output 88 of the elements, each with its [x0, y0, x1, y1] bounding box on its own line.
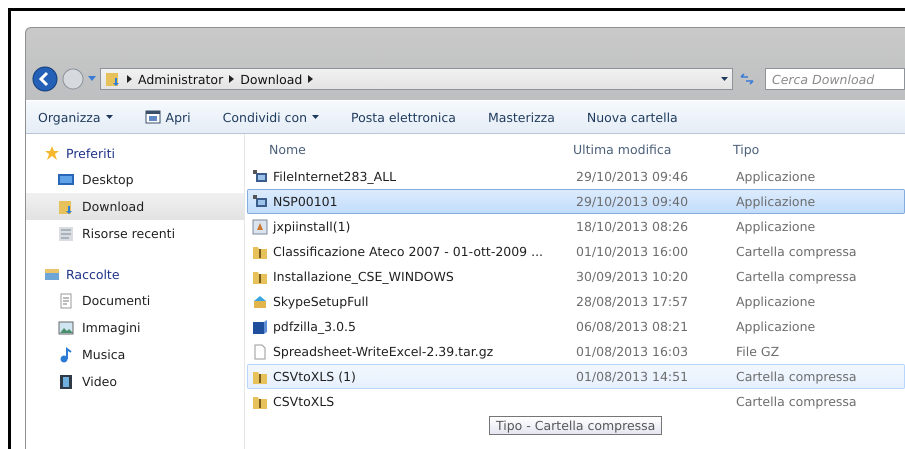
box-icon [252, 318, 268, 334]
date-cell-text: 29/10/2013 09:40 [575, 194, 690, 209]
breadcrumb[interactable]: Administrator [138, 72, 224, 86]
file-row[interactable]: CSVtoXLS Cartella compressa [247, 389, 905, 414]
recent-places-icon [58, 226, 74, 242]
address-bar[interactable]: Administrator Download [100, 68, 733, 90]
forward-button[interactable] [62, 68, 84, 90]
sidebar-item[interactable]: Desktop [26, 166, 244, 193]
file-row[interactable]: CSVtoXLS (1) 01/08/2013 14:51 Cartella compressa [247, 364, 905, 389]
installer-icon [252, 218, 268, 234]
file-row[interactable]: Classificazione Ateco 2007 - 01-ott-2009 ... 01/10/2013 16:00 Cartella compressa [247, 239, 905, 264]
file-name: jxpiinstall(1) [273, 219, 350, 234]
chevron-icon [127, 75, 132, 83]
file-icon [252, 344, 268, 360]
file-row[interactable]: jxpiinstall(1) 18/10/2013 08:26 Applicazione [247, 214, 905, 239]
toolbar-button[interactable]: Apri [144, 109, 191, 125]
toolbar-button[interactable]: Nuova cartella [586, 110, 678, 124]
star-icon [44, 145, 60, 161]
type-cell-text: Applicazione [735, 319, 816, 334]
folder-icon [58, 198, 74, 214]
back-button[interactable] [32, 66, 58, 92]
column-header[interactable]: Nome [245, 142, 565, 156]
type-cell-text: Applicazione [735, 294, 816, 309]
file-row[interactable]: pdfzilla_3.0.5 06/08/2013 08:21 Applicazione [247, 314, 905, 339]
search-field[interactable]: Cerca Download [765, 68, 905, 90]
date-cell-text: 28/08/2013 17:57 [575, 294, 690, 309]
file-row[interactable]: SkypeSetupFull 28/08/2013 17:57 Applicazione [247, 289, 905, 314]
toolbar-button[interactable]: Posta elettronica [351, 110, 456, 124]
date-cell-text: 06/08/2013 08:21 [575, 319, 690, 334]
desktop-icon [58, 172, 74, 188]
file-row[interactable]: Installazione_CSE_WINDOWS 30/09/2013 10:20 Cartella compressa [247, 264, 905, 289]
sidebar-item[interactable]: Video [26, 368, 244, 395]
film-icon [58, 374, 74, 390]
date-cell-text: 30/09/2013 10:20 [575, 269, 690, 284]
document-icon [58, 292, 74, 308]
sidebar-item[interactable]: Immagini [26, 314, 244, 341]
file-name: CSVtoXLS (1) [273, 369, 356, 384]
sidebar-group-label[interactable]: Raccolte [66, 266, 120, 282]
history-dropdown-icon[interactable] [88, 76, 96, 82]
date-cell-text: 18/10/2013 08:26 [575, 219, 690, 234]
file-row[interactable]: NSP00101 29/10/2013 09:40 Applicazione [247, 189, 905, 214]
chevron-icon [229, 75, 234, 83]
date-cell-text: 01/08/2013 16:03 [575, 344, 690, 359]
file-name: Installazione_CSE_WINDOWS [273, 269, 454, 284]
sidebar-item[interactable]: Musica [26, 341, 244, 368]
sidebar-item[interactable]: Risorse recenti [26, 220, 244, 247]
file-row[interactable]: FileInternet283_ALL 29/10/2013 09:46 Applicazione [247, 164, 905, 189]
file-name: CSVtoXLS [273, 394, 334, 409]
installer-box-icon [252, 294, 268, 310]
date-cell-text: 29/10/2013 09:46 [575, 169, 690, 184]
type-cell-text: Applicazione [735, 194, 816, 209]
file-name: FileInternet283_ALL [273, 169, 396, 184]
type-cell-text: Applicazione [735, 169, 816, 184]
caret-icon [106, 115, 113, 119]
library-icon [44, 266, 60, 282]
application-icon [252, 194, 268, 210]
caret-icon [312, 115, 320, 119]
column-header[interactable]: Tipo [725, 142, 905, 156]
music-note-icon [58, 346, 74, 362]
type-cell-text: Cartella compressa [735, 369, 858, 384]
type-cell-text: Applicazione [735, 219, 816, 234]
sidebar-group-label[interactable]: Preferiti [66, 146, 115, 160]
file-name: pdfzilla_3.0.5 [273, 319, 356, 334]
date-cell-text: 01/10/2013 16:00 [575, 244, 690, 259]
picture-icon [58, 320, 74, 336]
sidebar-item[interactable]: Documenti [26, 287, 244, 314]
file-row[interactable]: Spreadsheet-WriteExcel-2.39.tar.gz 01/08/2013 16:03 File GZ [247, 339, 905, 364]
caret-icon [721, 77, 728, 81]
date-cell-text: 01/08/2013 14:51 [575, 369, 690, 384]
chevron-icon [308, 75, 314, 83]
file-name: SkypeSetupFull [273, 294, 369, 309]
folder-icon [105, 71, 121, 87]
window-icon [144, 109, 161, 125]
file-name: Spreadsheet-WriteExcel-2.39.tar.gz [273, 344, 494, 359]
sidebar-item[interactable]: Download [26, 193, 244, 220]
application-icon [252, 168, 268, 184]
file-name: NSP00101 [273, 194, 338, 209]
toolbar-button[interactable]: Masterizza [488, 110, 555, 124]
type-cell-text: Cartella compressa [735, 244, 858, 259]
toolbar-button[interactable]: Condividi con [222, 110, 320, 124]
tooltip: Tipo - Cartella compressa [489, 416, 662, 435]
column-header[interactable]: Ultima modifica [565, 142, 725, 156]
toolbar-button[interactable]: Organizza [38, 110, 113, 124]
breadcrumb[interactable]: Download [240, 72, 302, 86]
type-cell-text: Cartella compressa [735, 394, 858, 409]
type-cell-text: Cartella compressa [735, 269, 858, 284]
file-name: Classificazione Ateco 2007 - 01-ott-2009 ... [273, 244, 544, 259]
type-cell-text: File GZ [735, 344, 780, 359]
